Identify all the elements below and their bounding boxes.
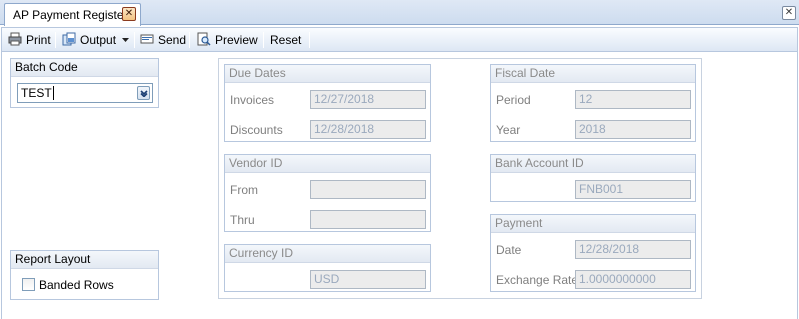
tab-title: AP Payment Register <box>13 8 128 22</box>
print-button[interactable]: Print <box>26 31 51 49</box>
banded-rows-checkbox[interactable] <box>22 278 35 291</box>
invoices-due-date-field: 12/27/2018 <box>310 90 426 109</box>
period-field: 12 <box>575 90 691 109</box>
batch-code-dropdown-button[interactable] <box>137 86 150 100</box>
output-button[interactable]: Output <box>80 31 116 49</box>
window-close-icon[interactable]: ✕ <box>782 6 796 20</box>
fiscal-date-header: Fiscal Date <box>491 65 695 83</box>
discounts-label: Discounts <box>230 123 283 137</box>
printer-icon <box>8 32 22 46</box>
period-label: Period <box>496 93 531 107</box>
toolbar-separator <box>55 32 56 48</box>
from-label: From <box>230 183 258 197</box>
payment-group: Payment Date 12/28/2018 Exchange Rate 1.… <box>490 214 696 292</box>
send-button[interactable]: Send <box>158 31 186 49</box>
due-dates-header: Due Dates <box>225 65 430 83</box>
output-icon <box>62 32 76 46</box>
batch-code-combo[interactable]: TEST <box>17 83 153 103</box>
report-layout-header: Report Layout <box>11 251 158 269</box>
year-field: 2018 <box>575 120 691 139</box>
year-label: Year <box>496 123 521 137</box>
batch-code-header: Batch Code <box>11 59 158 77</box>
payment-date-field: 12/28/2018 <box>575 240 691 259</box>
currency-id-header: Currency ID <box>225 245 430 263</box>
currency-id-group: Currency ID USD <box>224 244 431 292</box>
preview-icon <box>197 32 211 46</box>
preview-button[interactable]: Preview <box>215 31 258 49</box>
discounts-due-date-field: 12/28/2018 <box>310 120 426 139</box>
bank-account-group: Bank Account ID FNB001 <box>490 154 696 202</box>
chevron-down-icon <box>140 90 148 97</box>
toolbar-separator <box>263 32 264 48</box>
batch-code-group: Batch Code TEST <box>10 58 159 108</box>
toolbar-separator <box>189 32 190 48</box>
exchange-rate-label: Exchange Rate <box>496 273 579 287</box>
fiscal-date-group: Fiscal Date Period 12 Year 2018 <box>490 64 696 142</box>
thru-label: Thru <box>230 213 255 227</box>
vendor-id-header: Vendor ID <box>225 155 430 173</box>
banded-rows-label[interactable]: Banded Rows <box>39 278 114 292</box>
payment-date-label: Date <box>496 243 522 257</box>
report-layout-group: Report Layout Banded Rows <box>10 250 159 300</box>
toolbar: Print Output Send Preview Reset <box>1 27 798 52</box>
vendor-from-field <box>310 180 426 199</box>
reset-button[interactable]: Reset <box>270 31 301 49</box>
toolbar-separator <box>309 32 310 48</box>
tab-close-icon[interactable]: ✕ <box>122 7 136 21</box>
vendor-id-group: Vendor ID From Thru <box>224 154 431 232</box>
invoices-label: Invoices <box>230 93 275 107</box>
payment-header: Payment <box>491 215 695 233</box>
text-cursor <box>52 86 54 100</box>
bank-account-header: Bank Account ID <box>491 155 695 173</box>
toolbar-separator <box>134 32 135 48</box>
chevron-down-icon[interactable] <box>122 38 129 43</box>
tab-ap-payment-register[interactable]: AP Payment Register ✕ <box>4 3 141 26</box>
due-dates-group: Due Dates Invoices 12/27/2018 Discounts … <box>224 64 431 142</box>
currency-id-field: USD <box>310 270 426 289</box>
exchange-rate-field: 1.0000000000 <box>575 270 691 289</box>
send-icon <box>140 34 154 44</box>
batch-code-value: TEST <box>21 86 52 100</box>
bank-account-field: FNB001 <box>575 180 691 199</box>
vendor-thru-field <box>310 210 426 229</box>
